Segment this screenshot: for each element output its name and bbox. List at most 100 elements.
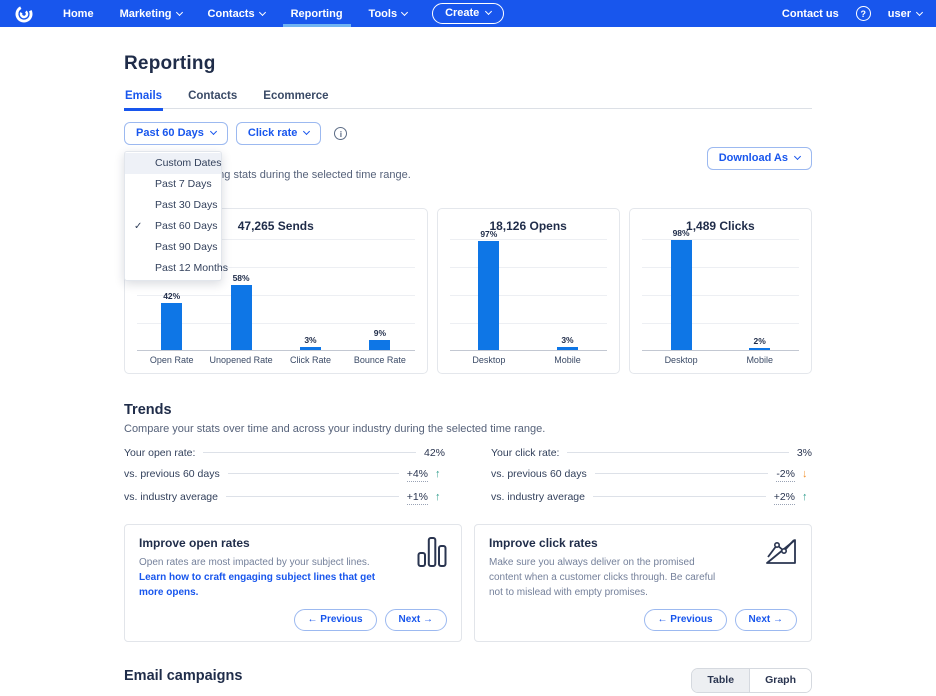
next-button[interactable]: Next →: [385, 609, 447, 631]
trends-subtitle: Compare your stats over time and across …: [124, 423, 812, 435]
view-toggle-graph[interactable]: Graph: [749, 669, 811, 692]
menu-item-past-30-days[interactable]: Past 30 Days: [125, 195, 221, 216]
x-axis-label: Mobile: [528, 355, 607, 365]
tip-body-text: Make sure you always deliver on the prom…: [489, 557, 715, 598]
menu-item-label: Past 12 Months: [155, 262, 228, 274]
user-menu-label: user: [888, 8, 911, 20]
menu-item-past-90-days[interactable]: Past 90 Days: [125, 237, 221, 258]
bar: [478, 241, 499, 350]
view-toggle-table[interactable]: Table: [692, 669, 749, 692]
tab-contacts[interactable]: Contacts: [187, 90, 238, 108]
report-tabs: Emails Contacts Ecommerce: [124, 90, 812, 109]
menu-item-past-7-days[interactable]: Past 7 Days: [125, 174, 221, 195]
campaigns-header: Email campaigns TableGraph: [124, 668, 812, 693]
user-menu[interactable]: user: [888, 8, 922, 20]
trend-label: Your open rate:: [124, 447, 195, 459]
previous-button[interactable]: ← Previous: [294, 609, 377, 631]
trend-row: vs. previous 60 days+4%↑: [124, 468, 445, 482]
bar-chart-plot: 98%2%: [642, 239, 799, 351]
trends-section: Trends Compare your stats over time and …: [124, 402, 812, 642]
metric-label: Click rate: [248, 127, 298, 139]
nav-item-marketing[interactable]: Marketing: [120, 0, 182, 27]
nav-item-label: Tools: [369, 8, 398, 20]
date-range-menu: Custom DatesPast 7 DaysPast 30 Days✓ Past…: [124, 151, 222, 281]
bar-column-mobile: 3%: [528, 335, 607, 350]
nav-item-contacts[interactable]: Contacts: [208, 0, 265, 27]
trend-row: vs. industry average+2%↑: [491, 491, 812, 505]
leader-line: [228, 473, 399, 474]
info-icon[interactable]: i: [334, 127, 347, 140]
nav-item-label: Home: [63, 8, 94, 20]
x-axis-label: Desktop: [450, 355, 529, 365]
bar-value-label: 2%: [754, 336, 766, 346]
bar-chart-plot: 97%3%: [450, 239, 607, 351]
bar: [300, 347, 321, 350]
nav-item-tools[interactable]: Tools: [369, 0, 408, 27]
up-arrow-icon: ↑: [435, 491, 445, 503]
trend-label: Your click rate:: [491, 447, 559, 459]
help-icon[interactable]: ?: [856, 6, 871, 21]
next-button[interactable]: Next →: [735, 609, 797, 631]
bar-column-desktop: 98%: [642, 228, 721, 350]
bars: 98%2%: [642, 239, 799, 350]
trend-column: Your open rate:42% vs. previous 60 days+4…: [124, 447, 445, 514]
nav-item-label: Reporting: [291, 8, 343, 20]
trend-row: vs. industry average+1%↑: [124, 491, 445, 505]
x-axis-labels: DesktopMobile: [642, 355, 799, 365]
trend-column: Your click rate:3%vs. previous 60 days-2…: [491, 447, 812, 514]
chart-card-18-126-opens: 18,126 Opens97%3%DesktopMobile: [437, 208, 620, 374]
check-icon: ✓: [134, 216, 142, 237]
menu-item-label: Past 60 Days: [155, 220, 217, 232]
leader-line: [567, 452, 788, 453]
chevron-down-icon: [916, 8, 923, 15]
nav-items: Home Marketing Contacts Reporting Tools: [50, 0, 420, 27]
chevron-down-icon: [485, 8, 492, 15]
metric-dropdown[interactable]: Click rate: [236, 122, 322, 145]
tab-emails[interactable]: Emails: [124, 90, 163, 108]
nav-item-home[interactable]: Home: [63, 0, 94, 27]
x-axis-label: Open Rate: [137, 355, 206, 365]
leader-line: [226, 496, 399, 497]
bar: [231, 285, 252, 350]
trend-value: +4%: [407, 468, 428, 482]
tab-ecommerce[interactable]: Ecommerce: [262, 90, 329, 108]
bars: 97%3%: [450, 239, 607, 350]
previous-button[interactable]: ← Previous: [644, 609, 727, 631]
menu-item-label: Past 90 Days: [155, 241, 217, 253]
tip-title: Improve open rates: [139, 536, 447, 550]
download-as-label: Download As: [719, 152, 788, 164]
x-axis-label: Mobile: [720, 355, 799, 365]
leader-line: [595, 473, 769, 474]
x-axis-labels: DesktopMobile: [450, 355, 607, 365]
nav-item-reporting[interactable]: Reporting: [291, 0, 343, 27]
bar-column-bounce-rate: 9%: [345, 328, 414, 350]
trend-value: +1%: [407, 491, 428, 505]
trend-row: vs. previous 60 days-2%↓: [491, 468, 812, 482]
tip-link[interactable]: Learn how to craft engaging subject line…: [139, 572, 375, 598]
bar-column-mobile: 2%: [720, 336, 799, 350]
tip-body: Make sure you always deliver on the prom…: [489, 555, 729, 600]
trend-columns: Your open rate:42% vs. previous 60 days+4…: [124, 447, 812, 514]
logo-swirl: [14, 4, 34, 24]
menu-item-custom-dates[interactable]: Custom Dates: [125, 153, 221, 174]
bar-column-desktop: 97%: [450, 229, 529, 350]
bar-value-label: 97%: [480, 229, 497, 239]
download-as-button[interactable]: Download As: [707, 147, 812, 170]
trend-row: Your open rate:42%: [124, 447, 445, 459]
table-graph-toggle: TableGraph: [691, 668, 812, 693]
brand-logo-icon[interactable]: [14, 4, 34, 24]
chart-card-1-489-clicks: 1,489 Clicks98%2%DesktopMobile: [629, 208, 812, 374]
date-range-dropdown[interactable]: Past 60 Days: [124, 122, 228, 145]
chevron-down-icon: [794, 153, 801, 160]
chevron-down-icon: [175, 8, 182, 15]
x-axis-label: Unopened Rate: [206, 355, 275, 365]
trend-label: vs. industry average: [491, 491, 585, 503]
create-button[interactable]: Create: [432, 3, 504, 24]
contact-us-link[interactable]: Contact us: [782, 8, 839, 20]
bar: [671, 240, 692, 350]
filter-row: Past 60 Days Click rate i Custom DatesPa…: [124, 122, 812, 145]
tip-card-improve-click-rates: Improve click ratesMake sure you always …: [474, 524, 812, 642]
menu-item-past-60-days[interactable]: ✓ Past 60 Days: [125, 216, 221, 237]
x-axis-labels: Open RateUnopened RateClick RateBounce R…: [137, 355, 415, 365]
menu-item-past-12-months[interactable]: Past 12 Months: [125, 258, 221, 279]
